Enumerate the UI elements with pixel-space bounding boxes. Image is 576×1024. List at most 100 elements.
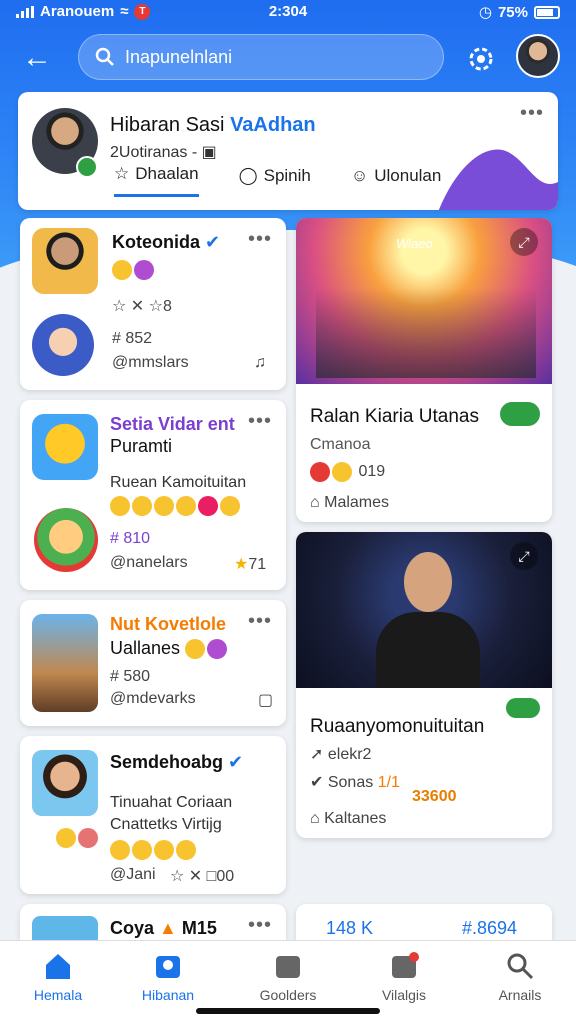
search-placeholder: Inapunelnlani: [125, 46, 233, 67]
community-thumbnail: [32, 414, 98, 480]
community-card[interactable]: Setia Vidar ent Puramti Ruean Kamoituita…: [20, 400, 286, 590]
verified-icon: ✔: [228, 752, 244, 772]
nav-label: Hemala: [33, 987, 83, 1003]
profile-header-card: Hibaran Sasi VaAdhan 2Uotiranas - ▣ ••• …: [18, 92, 558, 210]
nav-hibanan[interactable]: Hibanan: [120, 951, 216, 1003]
photo-badge: Wiaeo: [396, 236, 433, 251]
mascot-avatar: [32, 314, 94, 376]
card-line: Ruean Kamoituitan: [110, 474, 247, 491]
card-title: Ralan Kiaria Utanas: [310, 406, 479, 427]
community-icon: [156, 956, 180, 978]
card-title: Coya ▲ M15: [110, 918, 217, 938]
search-field[interactable]: Inapunelnlani: [78, 34, 444, 80]
expand-icon[interactable]: ⤢: [510, 542, 538, 570]
card-extra: #.8694: [462, 918, 518, 938]
star-count: ★71: [234, 556, 267, 573]
mascot-avatar: [34, 508, 98, 572]
community-thumbnail: [32, 228, 98, 294]
home-outline-icon: ⌂: [310, 810, 320, 827]
community-card[interactable]: Semdehoabg ✔ Tinuahat Coriaan Cnattetks …: [20, 736, 286, 894]
card-title: Setia Vidar ent: [110, 414, 235, 434]
card-line: ✔ Sonas 1/1: [310, 774, 400, 791]
people-icon: ☺: [350, 165, 369, 185]
copy-icon[interactable]: □: [207, 868, 217, 885]
nav-goolders[interactable]: Goolders: [240, 951, 336, 1003]
card-handle: @nanelars: [110, 554, 188, 571]
star-icon[interactable]: ☆: [170, 868, 184, 885]
card-subtitle: Cmanoa: [310, 436, 371, 453]
profile-tabs: ☆ Dhaalan ◯ Spinih ☺ Ulonulan: [114, 164, 441, 197]
nav-vilalgis[interactable]: Vilalgis: [356, 951, 452, 1003]
card-line: ➚ elekr2: [310, 746, 372, 763]
card-stat: # 580: [110, 668, 151, 685]
card-number: 33600: [412, 788, 457, 805]
more-options-icon[interactable]: •••: [520, 102, 544, 125]
badge-icon: [506, 698, 540, 718]
emoji-row: [56, 828, 100, 848]
profile-subtitle: 2Uotiranas - ▣: [110, 144, 217, 161]
card-handle: @mdevarks: [110, 690, 196, 707]
toggle-badge-icon[interactable]: [500, 402, 540, 426]
nav-label: Hibanan: [141, 987, 195, 1003]
smile-emoji-icon: [112, 260, 132, 280]
card-actions: ☆ ✕ ☆8: [112, 296, 172, 316]
card-handle: @Jani: [110, 866, 156, 883]
nav-home[interactable]: Hemala: [10, 951, 106, 1003]
battery-percent: 75%: [497, 3, 528, 21]
nav-label: Goolders: [259, 987, 317, 1003]
card-reactions: 019: [310, 462, 385, 482]
alarm-icon: ◷: [478, 4, 492, 21]
notifications-icon: [392, 952, 419, 978]
home-icon: [46, 954, 70, 979]
card-subtitle: Puramti: [110, 436, 173, 456]
card-subtitle: Uallanes: [110, 638, 229, 660]
nav-label: Arnails: [498, 987, 542, 1003]
star-icon: ★: [234, 556, 249, 573]
card-stat: # 810: [110, 530, 151, 547]
star-icon: ☆: [114, 164, 130, 183]
more-options-icon[interactable]: •••: [248, 228, 272, 251]
nav-arnails[interactable]: Arnails: [472, 951, 568, 1003]
back-arrow-icon[interactable]: ←: [22, 38, 62, 78]
card-actions: ☆ ✕ □00: [170, 868, 235, 885]
star-icon[interactable]: ☆: [112, 298, 126, 315]
settings-gear-icon[interactable]: [464, 42, 498, 76]
expand-icon[interactable]: ⤢: [510, 228, 538, 256]
search-icon: [507, 953, 534, 980]
feature-card[interactable]: ⤢ Ruaanyomonuituitan ➚ elekr2 ✔ Sonas 1/…: [296, 532, 552, 838]
home-outline-icon: ⌂: [310, 494, 320, 511]
rating-icon[interactable]: ☆8: [149, 298, 172, 315]
card-stat: # 852: [112, 330, 153, 347]
profile-title: Hibaran Sasi VaAdhan: [110, 114, 316, 136]
card-handle: @mmslars: [112, 354, 189, 371]
tab-spinih[interactable]: ◯ Spinih: [239, 164, 311, 197]
card-title: Ruaanyomonuituitan: [310, 716, 485, 737]
community-thumbnail: [32, 614, 98, 712]
music-note-icon[interactable]: ♫: [254, 354, 266, 372]
verified-icon: ✔: [205, 232, 221, 252]
battery-icon: [534, 5, 560, 19]
feature-card[interactable]: Wiaeo ⤢ Ralan Kiaria Utanas Cmanoa 019 ⌂…: [296, 218, 552, 522]
close-icon[interactable]: ✕: [131, 298, 144, 315]
home-indicator[interactable]: [196, 1008, 380, 1014]
community-card[interactable]: Nut Kovetlole Uallanes # 580 @mdevarks ▢…: [20, 600, 286, 726]
more-options-icon[interactable]: •••: [248, 914, 272, 937]
chat-icon[interactable]: ▢: [258, 690, 273, 710]
comment-icon: ◯: [238, 165, 258, 185]
event-photo: Wiaeo ⤢: [296, 218, 552, 384]
emoji-row: [110, 840, 198, 860]
card-title: Semdehoabg ✔: [110, 752, 244, 772]
heart-emoji-icon: [134, 260, 154, 280]
search-icon: [95, 47, 114, 66]
more-options-icon[interactable]: •••: [248, 410, 272, 433]
tab-ulonulan[interactable]: ☺ Ulonulan: [351, 164, 441, 197]
nav-label: Vilalgis: [381, 987, 427, 1003]
more-options-icon[interactable]: •••: [248, 610, 272, 633]
close-icon[interactable]: ✕: [189, 868, 202, 885]
card-line: Tinuahat Coriaan: [110, 794, 233, 811]
emoji-row: [110, 496, 242, 516]
community-card[interactable]: Koteonida ✔ ☆ ✕ ☆8 # 852 @mmslars ♫ •••: [20, 218, 286, 390]
app-bar: ← Inapunelnlani: [0, 30, 576, 86]
profile-avatar[interactable]: [516, 34, 560, 78]
tab-dhaalan[interactable]: ☆ Dhaalan: [114, 164, 199, 197]
